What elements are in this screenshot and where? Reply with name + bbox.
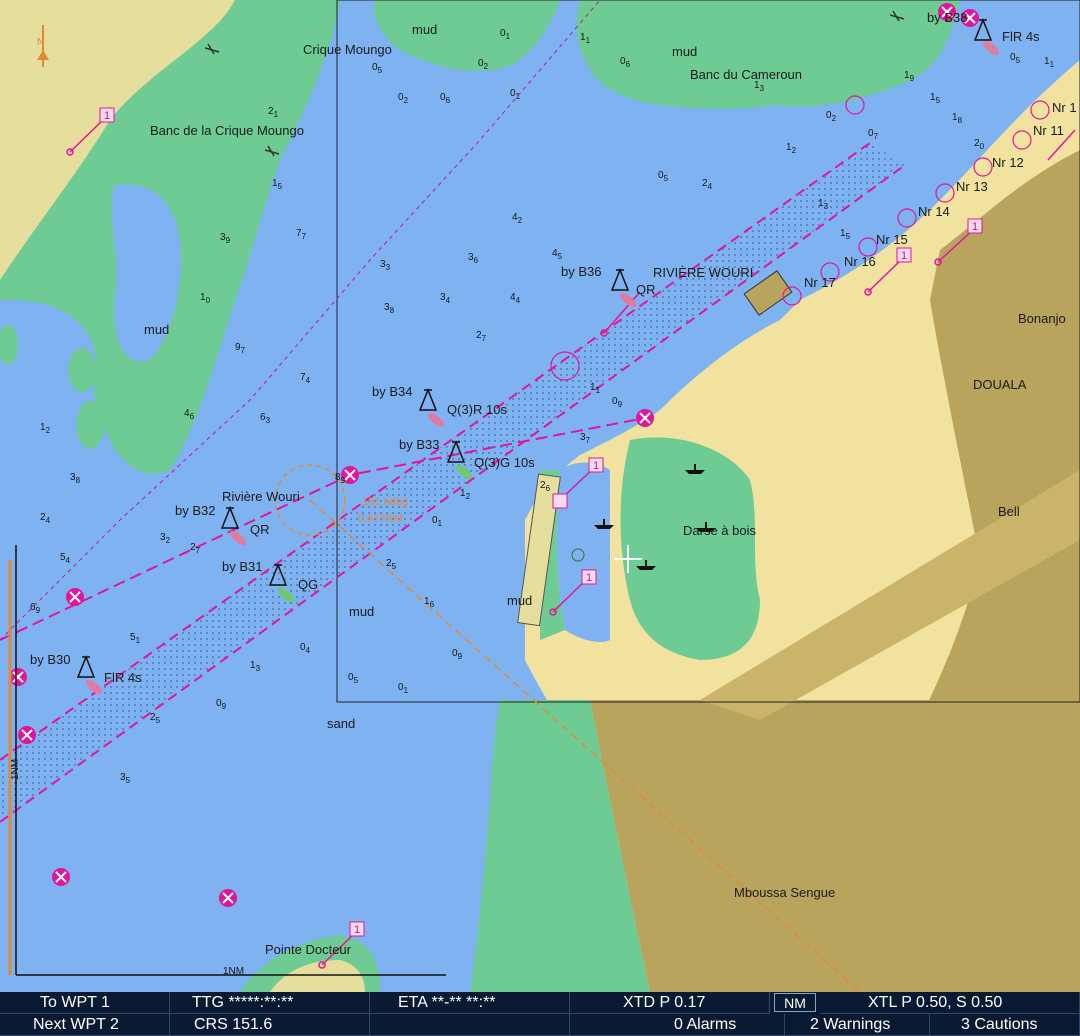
place-label: sand: [327, 716, 355, 731]
ttg-field: TTG *****:**:**: [170, 992, 370, 1014]
buoy-label: Q(3)R 10s: [447, 402, 507, 417]
wp-tag-text: 1: [972, 221, 978, 233]
buoy-label: by B32: [175, 503, 215, 518]
buoy-label: by B38: [927, 10, 967, 25]
scale-bar-label-h: 1NM: [223, 966, 244, 977]
xtd-field: XTD P 0.17: [570, 992, 770, 1014]
route-label-nr11: Nr 11: [1033, 123, 1064, 138]
place-label: Crique Moungo: [303, 42, 392, 57]
buoy-label: QR: [636, 282, 656, 297]
buoy-label: by B31: [222, 559, 262, 574]
buoy-label: Q(3)G 10s: [474, 455, 535, 470]
next-wpt-field[interactable]: Next WPT 2: [0, 1014, 170, 1036]
place-label: Banc de la Crique Moungo: [150, 123, 304, 138]
nautical-chart-view[interactable]: 151.6deg 0.677NM Nr 1 Nr 11 Nr 12 Nr 13 …: [0, 0, 1080, 992]
route-label-nr14: Nr 14: [918, 204, 950, 219]
wp-tag-text: 1: [593, 460, 599, 472]
place-label: Bonanjo: [1018, 311, 1066, 326]
cautions-field[interactable]: 3 Cautions: [930, 1014, 1080, 1036]
place-label: Mboussa Sengue: [734, 885, 835, 900]
route-label-nr16: Nr 16: [844, 254, 876, 269]
crs-field: CRS 151.6: [170, 1014, 370, 1036]
place-label: Banc du Cameroun: [690, 67, 802, 82]
nm-unit-button[interactable]: NM: [774, 993, 816, 1012]
svg-text:N: N: [37, 37, 44, 48]
empty-cell: [370, 1014, 570, 1036]
alarms-field[interactable]: 0 Alarms: [570, 1014, 785, 1036]
route-label-nr15: Nr 15: [876, 232, 908, 247]
place-label: RIVIÈRE WOURI: [653, 265, 753, 280]
islet-cyan-1: [571, 548, 585, 562]
place-label: mud: [412, 22, 437, 37]
route-label-nr1: Nr 1: [1052, 100, 1077, 115]
wp-tag-text: 1: [354, 924, 360, 936]
scale-bar-label-v: 1NM: [10, 759, 21, 780]
wp-tag-text: 1: [586, 572, 592, 584]
route-label-nr12: Nr 12: [992, 155, 1024, 170]
buoy-label: FlR 4s: [1002, 29, 1040, 44]
route-label-nr17: Nr 17: [804, 275, 836, 290]
place-label: Pointe Docteur: [265, 942, 352, 957]
wp-tag-text: 1: [104, 110, 110, 122]
buoy-label: by B33: [399, 437, 439, 452]
mud-islet: [68, 348, 96, 392]
buoy-label: by B36: [561, 264, 601, 279]
buoy-label: FlR 4s: [104, 670, 142, 685]
status-bar: To WPT 1 Next WPT 2 TTG *****:**:** CRS …: [0, 992, 1080, 1036]
place-label: mud: [507, 593, 532, 608]
built-up-south: [590, 700, 1080, 992]
place-label: DOUALA: [973, 377, 1027, 392]
to-wpt-field[interactable]: To WPT 1: [0, 992, 170, 1014]
place-label: Bell: [998, 504, 1020, 519]
buoy-label: QR: [250, 522, 270, 537]
track-bearing: 151.6deg: [362, 496, 408, 508]
place-label: mud: [672, 44, 697, 59]
buoy-label: by B34: [372, 384, 412, 399]
eta-field: ETA **-** **:**: [370, 992, 570, 1014]
place-label: mud: [144, 322, 169, 337]
place-label: Rivière Wouri: [222, 489, 300, 504]
wp-tag-text: 1: [901, 250, 907, 262]
buoy-label: by B30: [30, 652, 70, 667]
buoy-label: QG: [298, 577, 318, 592]
mud-islet-2: [76, 401, 104, 449]
warnings-field[interactable]: 2 Warnings: [785, 1014, 930, 1036]
xtl-field: XTL P 0.50, S 0.50: [820, 992, 1080, 1014]
track-distance: 0.677NM: [358, 513, 403, 525]
route-label-nr13: Nr 13: [956, 179, 988, 194]
place-label: Darse à bois: [683, 523, 756, 538]
place-label: mud: [349, 604, 374, 619]
